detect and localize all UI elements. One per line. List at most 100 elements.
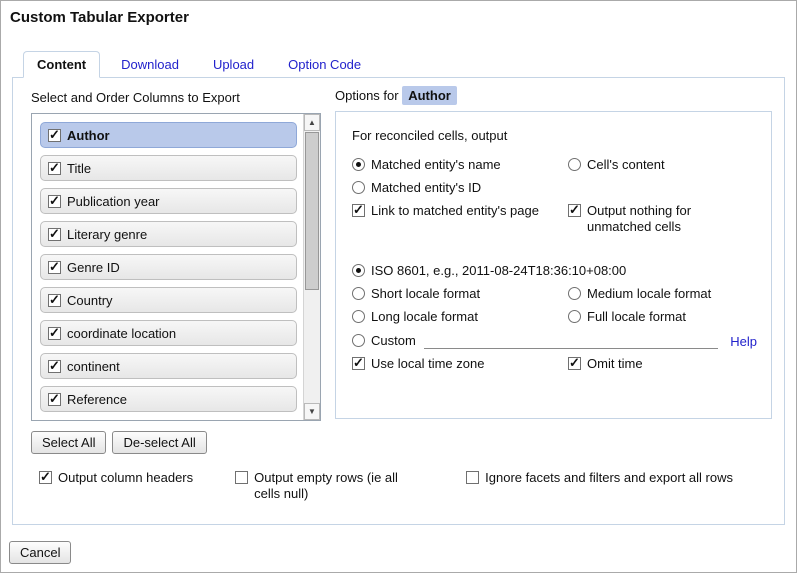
full-locale-label: Full locale format <box>587 309 686 325</box>
medium-locale-radio[interactable] <box>568 287 581 300</box>
medium-locale-label: Medium locale format <box>587 286 711 302</box>
columns-heading: Select and Order Columns to Export <box>31 86 321 113</box>
checkbox-link-matched-page[interactable]: Link to matched entity's page <box>352 203 564 219</box>
dialog-footer: Cancel <box>9 541 796 564</box>
matched-entity-name-label: Matched entity's name <box>371 157 501 173</box>
radio-long-locale[interactable]: Long locale format <box>352 309 564 325</box>
help-link[interactable]: Help <box>726 334 757 349</box>
use-local-tz-checkbox[interactable] <box>352 357 365 370</box>
scrollbar-thumb[interactable] <box>305 132 319 290</box>
checkbox-output-column-headers[interactable]: Output column headers <box>39 470 193 486</box>
tab-upload[interactable]: Upload <box>200 52 267 77</box>
column-checkbox[interactable] <box>48 327 61 340</box>
column-label: Title <box>67 161 91 176</box>
full-locale-radio[interactable] <box>568 310 581 323</box>
radio-full-locale[interactable]: Full locale format <box>568 309 757 325</box>
column-checkbox[interactable] <box>48 261 61 274</box>
radio-matched-entity-name[interactable]: Matched entity's name <box>352 157 564 173</box>
ignore-facets-label: Ignore facets and filters and export all… <box>485 470 733 486</box>
column-item-author[interactable]: Author <box>40 122 297 148</box>
radio-custom-format[interactable]: Custom <box>352 333 416 349</box>
column-checkbox[interactable] <box>48 294 61 307</box>
tab-download[interactable]: Download <box>108 52 192 77</box>
column-item-continent[interactable]: continent <box>40 353 297 379</box>
checkbox-use-local-time-zone[interactable]: Use local time zone <box>352 356 564 372</box>
checkbox-ignore-facets[interactable]: Ignore facets and filters and export all… <box>466 470 733 486</box>
column-label: Author <box>67 128 110 143</box>
checkbox-omit-time[interactable]: Omit time <box>568 356 757 372</box>
columns-section: Select and Order Columns to Export Autho… <box>21 86 321 454</box>
short-locale-radio[interactable] <box>352 287 365 300</box>
column-checkbox[interactable] <box>48 393 61 406</box>
column-item-publication-year[interactable]: Publication year <box>40 188 297 214</box>
iso-8601-label: ISO 8601, e.g., 2011-08-24T18:36:10+08:0… <box>371 263 626 279</box>
scrollbar-track[interactable] <box>304 131 320 403</box>
cells-content-label: Cell's content <box>587 157 665 173</box>
column-item-literary-genre[interactable]: Literary genre <box>40 221 297 247</box>
custom-format-input[interactable] <box>424 332 718 349</box>
content-tab-panel: Select and Order Columns to Export Autho… <box>12 77 785 525</box>
matched-entity-id-radio[interactable] <box>352 181 365 194</box>
tab-bar: Content Download Upload Option Code <box>23 51 796 77</box>
omit-time-label: Omit time <box>587 356 643 372</box>
custom-date-format-row: Custom Help <box>352 332 757 349</box>
iso-8601-radio[interactable] <box>352 264 365 277</box>
cells-content-radio[interactable] <box>568 158 581 171</box>
list-scrollbar[interactable]: ▲ ▼ <box>303 114 320 420</box>
radio-iso-8601[interactable]: ISO 8601, e.g., 2011-08-24T18:36:10+08:0… <box>352 263 757 279</box>
options-column-badge: Author <box>402 86 457 105</box>
checkbox-output-nothing-unmatched[interactable]: Output nothing for unmatched cells <box>568 203 757 235</box>
omit-time-checkbox[interactable] <box>568 357 581 370</box>
export-row-options: Output column headers Output empty rows … <box>39 470 776 502</box>
column-item-country[interactable]: Country <box>40 287 297 313</box>
tab-content[interactable]: Content <box>23 51 100 78</box>
column-checkbox[interactable] <box>48 228 61 241</box>
columns-list-items: Author Title Publication year Liter <box>32 114 303 420</box>
link-matched-page-label: Link to matched entity's page <box>371 203 539 219</box>
column-label: Country <box>67 293 113 308</box>
column-checkbox[interactable] <box>48 195 61 208</box>
long-locale-radio[interactable] <box>352 310 365 323</box>
long-locale-label: Long locale format <box>371 309 478 325</box>
column-checkbox[interactable] <box>48 360 61 373</box>
options-heading-prefix: Options for <box>335 88 399 103</box>
custom-format-label: Custom <box>371 333 416 349</box>
tab-option-code[interactable]: Option Code <box>275 52 374 77</box>
column-item-title[interactable]: Title <box>40 155 297 181</box>
custom-format-radio[interactable] <box>352 334 365 347</box>
reconciled-heading: For reconciled cells, output <box>352 128 757 143</box>
output-column-headers-label: Output column headers <box>58 470 193 486</box>
column-item-reference[interactable]: Reference <box>40 386 297 412</box>
output-nothing-checkbox[interactable] <box>568 204 581 217</box>
output-empty-rows-label: Output empty rows (ie all cells null) <box>254 470 424 502</box>
radio-matched-entity-id[interactable]: Matched entity's ID <box>352 180 564 196</box>
output-empty-rows-checkbox[interactable] <box>235 471 248 484</box>
radio-medium-locale[interactable]: Medium locale format <box>568 286 757 302</box>
column-item-coordinate-location[interactable]: coordinate location <box>40 320 297 346</box>
scroll-down-icon[interactable]: ▼ <box>304 403 320 420</box>
column-checkbox[interactable] <box>48 129 61 142</box>
radio-short-locale[interactable]: Short locale format <box>352 286 564 302</box>
select-all-button[interactable]: Select All <box>31 431 106 454</box>
use-local-tz-label: Use local time zone <box>371 356 484 372</box>
output-nothing-label: Output nothing for unmatched cells <box>587 203 757 235</box>
matched-entity-name-radio[interactable] <box>352 158 365 171</box>
dialog-title: Custom Tabular Exporter <box>1 1 796 26</box>
deselect-all-button[interactable]: De-select All <box>112 431 206 454</box>
column-label: coordinate location <box>67 326 176 341</box>
link-matched-page-checkbox[interactable] <box>352 204 365 217</box>
output-column-headers-checkbox[interactable] <box>39 471 52 484</box>
checkbox-output-empty-rows[interactable]: Output empty rows (ie all cells null) <box>235 470 424 502</box>
column-checkbox[interactable] <box>48 162 61 175</box>
columns-list: Author Title Publication year Liter <box>31 113 321 421</box>
column-label: Genre ID <box>67 260 120 275</box>
ignore-facets-checkbox[interactable] <box>466 471 479 484</box>
cancel-button[interactable]: Cancel <box>9 541 71 564</box>
column-item-genre-id[interactable]: Genre ID <box>40 254 297 280</box>
scroll-up-icon[interactable]: ▲ <box>304 114 320 131</box>
radio-cells-content[interactable]: Cell's content <box>568 157 757 173</box>
custom-tabular-exporter-dialog: Custom Tabular Exporter Content Download… <box>0 0 797 573</box>
column-label: continent <box>67 359 120 374</box>
options-heading: Options for Author <box>335 86 772 111</box>
column-label: Publication year <box>67 194 160 209</box>
